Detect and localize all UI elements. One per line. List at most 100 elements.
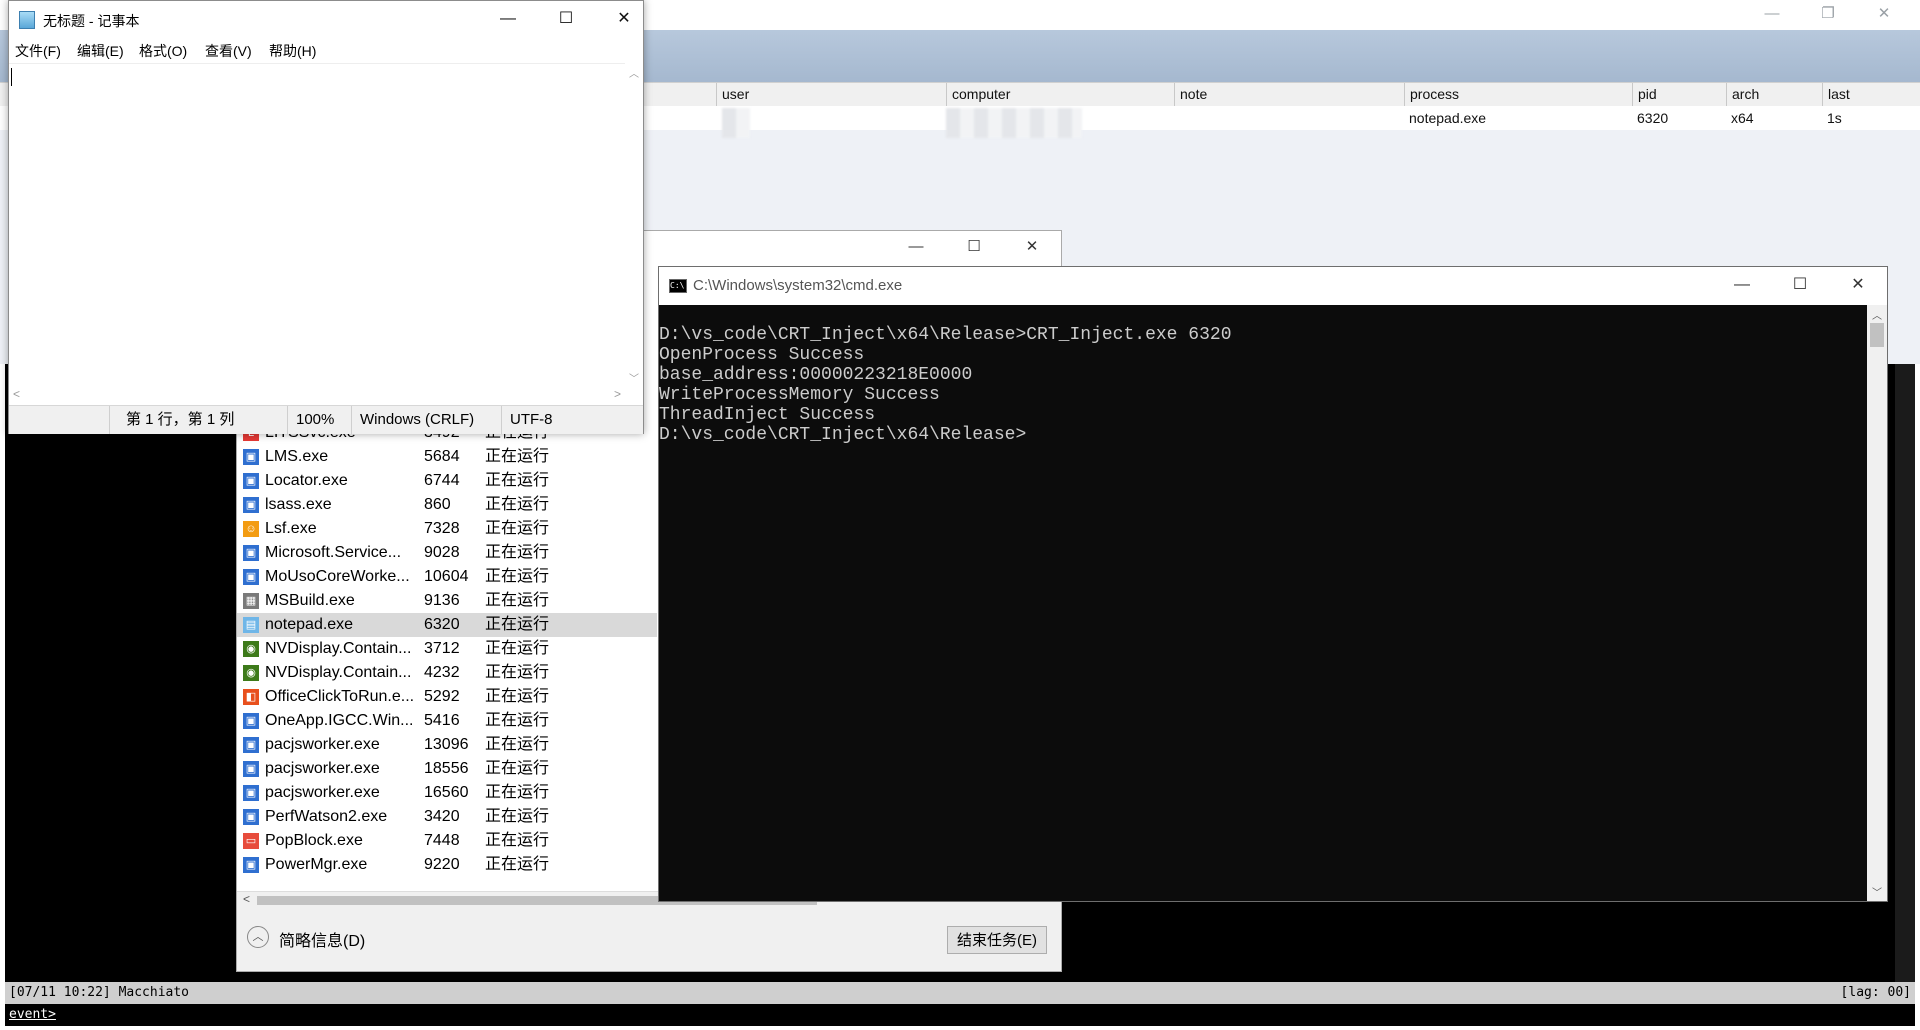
notepad-icon (19, 11, 35, 29)
menu-file[interactable]: 文件(F) (15, 39, 61, 63)
minimize-button[interactable]: — (1713, 267, 1771, 305)
process-pid: 3712 (424, 640, 460, 657)
notepad-window: 无标题 - 记事本 — ☐ ✕ 文件(F) 编辑(E) 格式(O) 查看(V) … (8, 0, 644, 434)
minimize-button[interactable]: — (887, 231, 945, 265)
process-row[interactable]: ◉ NVDisplay.Contain... 3712 正在运行 (237, 637, 657, 661)
horizontal-scrollbar[interactable]: < > (9, 387, 625, 405)
scroll-left-icon[interactable]: < (243, 892, 250, 906)
window-icon: ▣ (243, 545, 259, 561)
text-editor[interactable] (9, 63, 625, 388)
scroll-up-icon[interactable]: ︿ (629, 65, 639, 80)
process-status: 正在运行 (485, 664, 550, 681)
menu-format[interactable]: 格式(O) (139, 39, 187, 63)
process-row[interactable]: ▭ PopBlock.exe 7448 正在运行 (237, 829, 657, 853)
process-row[interactable]: ▣ pacjsworker.exe 13096 正在运行 (237, 733, 657, 757)
process-pid: 16560 (424, 784, 469, 801)
process-status: 正在运行 (485, 616, 550, 633)
fewer-details-link[interactable]: 简略信息(D) (279, 927, 365, 951)
process-row[interactable]: ▣ PerfWatson2.exe 3420 正在运行 (237, 805, 657, 829)
process-pid: 10604 (424, 568, 469, 585)
close-button[interactable]: ✕ (595, 1, 653, 39)
window-icon: ▣ (243, 785, 259, 801)
text-caret (11, 68, 12, 86)
column-process[interactable]: process (1404, 83, 1632, 106)
cmd-icon: C:\ (669, 279, 687, 293)
process-pid: 13096 (424, 736, 469, 753)
column-pid[interactable]: pid (1632, 83, 1726, 106)
chevron-up-icon[interactable]: ︿ (247, 926, 269, 948)
process-name: MSBuild.exe (265, 592, 355, 609)
column-arch[interactable]: arch (1726, 83, 1822, 106)
process-name: PowerMgr.exe (265, 856, 368, 873)
process-row[interactable]: ◧ OfficeClickToRun.e... 5292 正在运行 (237, 685, 657, 709)
vertical-scrollbar[interactable]: ︿ ﹀ (625, 63, 643, 387)
column-user[interactable]: user (716, 83, 946, 106)
process-name: LMS.exe (265, 448, 329, 465)
console-output[interactable]: D:\vs_code\CRT_Inject\x64\Release>CRT_In… (659, 305, 1867, 901)
console-scrollbar[interactable] (1895, 364, 1915, 982)
process-name: NVDisplay.Contain... (265, 664, 412, 681)
close-button[interactable]: ✕ (1856, 0, 1912, 30)
close-button[interactable]: ✕ (1003, 231, 1061, 265)
menu-edit[interactable]: 编辑(E) (77, 39, 124, 63)
popblock-icon: ▭ (243, 833, 259, 849)
maximize-button[interactable]: ☐ (537, 1, 595, 39)
process-row[interactable]: ▣ LMS.exe 5684 正在运行 (237, 445, 657, 469)
process-status: 正在运行 (485, 688, 550, 705)
cursor-position: 第 1 行，第 1 列 (109, 406, 287, 434)
console-line: WriteProcessMemory Success (659, 385, 940, 405)
scroll-down-icon[interactable]: ﹀ (629, 370, 639, 385)
minimize-button[interactable]: — (1744, 0, 1800, 30)
menu-view[interactable]: 查看(V) (205, 39, 252, 63)
maximize-button[interactable]: ☐ (1771, 267, 1829, 305)
process-row[interactable]: ▣ OneApp.IGCC.Win... 5416 正在运行 (237, 709, 657, 733)
process-row[interactable]: ▣ PowerMgr.exe 9220 正在运行 (237, 853, 657, 877)
end-task-button[interactable]: 结束任务(E) (947, 926, 1047, 954)
process-row[interactable]: ▦ MSBuild.exe 9136 正在运行 (237, 589, 657, 613)
console-line: D:\vs_code\CRT_Inject\x64\Release> (659, 425, 1027, 445)
window-icon: ▣ (243, 761, 259, 777)
process-row[interactable]: ▣ Locator.exe 6744 正在运行 (237, 469, 657, 493)
process-status: 正在运行 (485, 712, 550, 729)
menu-bar: 文件(F) 编辑(E) 格式(O) 查看(V) 帮助(H) (9, 39, 643, 63)
maximize-button[interactable]: ☐ (945, 231, 1003, 265)
process-row[interactable]: ▣ pacjsworker.exe 18556 正在运行 (237, 757, 657, 781)
process-name: lsass.exe (265, 496, 332, 513)
process-row[interactable]: ▣ Microsoft.Service... 9028 正在运行 (237, 541, 657, 565)
process-name: Lsf.exe (265, 520, 317, 537)
process-row[interactable]: ▣ pacjsworker.exe 16560 正在运行 (237, 781, 657, 805)
menu-help[interactable]: 帮助(H) (269, 39, 316, 63)
process-name: PopBlock.exe (265, 832, 363, 849)
console-input[interactable]: event> (5, 1004, 1915, 1026)
process-status: 正在运行 (485, 520, 550, 537)
task-manager-footer: ︿ 简略信息(D) (237, 909, 1061, 971)
event-prompt: event> (9, 1007, 56, 1022)
close-button[interactable]: ✕ (1829, 267, 1887, 305)
process-name: pacjsworker.exe (265, 784, 380, 801)
process-pid: 9220 (424, 856, 460, 873)
grid-icon: ▦ (243, 593, 259, 609)
column-note[interactable]: note (1174, 83, 1404, 106)
process-row[interactable]: ☺ Lsf.exe 7328 正在运行 (237, 517, 657, 541)
scroll-right-icon[interactable]: > (614, 387, 621, 401)
scroll-thumb[interactable] (1870, 323, 1884, 347)
encoding: UTF-8 (501, 406, 641, 434)
notepad-icon: ▤ (243, 617, 259, 633)
process-row[interactable]: ▣ lsass.exe 860 正在运行 (237, 493, 657, 517)
process-row[interactable]: ▤ notepad.exe 6320 正在运行 (237, 613, 657, 637)
scroll-down-icon[interactable]: ﹀ (1872, 884, 1882, 899)
process-row[interactable]: ◉ NVDisplay.Contain... 4232 正在运行 (237, 661, 657, 685)
process-pid: 5416 (424, 712, 460, 729)
process-status: 正在运行 (485, 736, 550, 753)
process-row[interactable]: ▣ MoUsoCoreWorke... 10604 正在运行 (237, 565, 657, 589)
minimize-button[interactable]: — (479, 1, 537, 39)
process-pid: 5292 (424, 688, 460, 705)
restore-button[interactable]: ❐ (1800, 0, 1856, 30)
column-last[interactable]: last (1822, 83, 1920, 106)
scroll-up-icon[interactable]: ︿ (1872, 307, 1882, 322)
window-title: 无标题 - 记事本 (43, 13, 140, 29)
column-computer[interactable]: computer (946, 83, 1174, 106)
scroll-left-icon[interactable]: < (13, 387, 20, 401)
vertical-scrollbar[interactable]: ︿ ﹀ (1867, 305, 1887, 901)
person-icon: ☺ (243, 521, 259, 537)
